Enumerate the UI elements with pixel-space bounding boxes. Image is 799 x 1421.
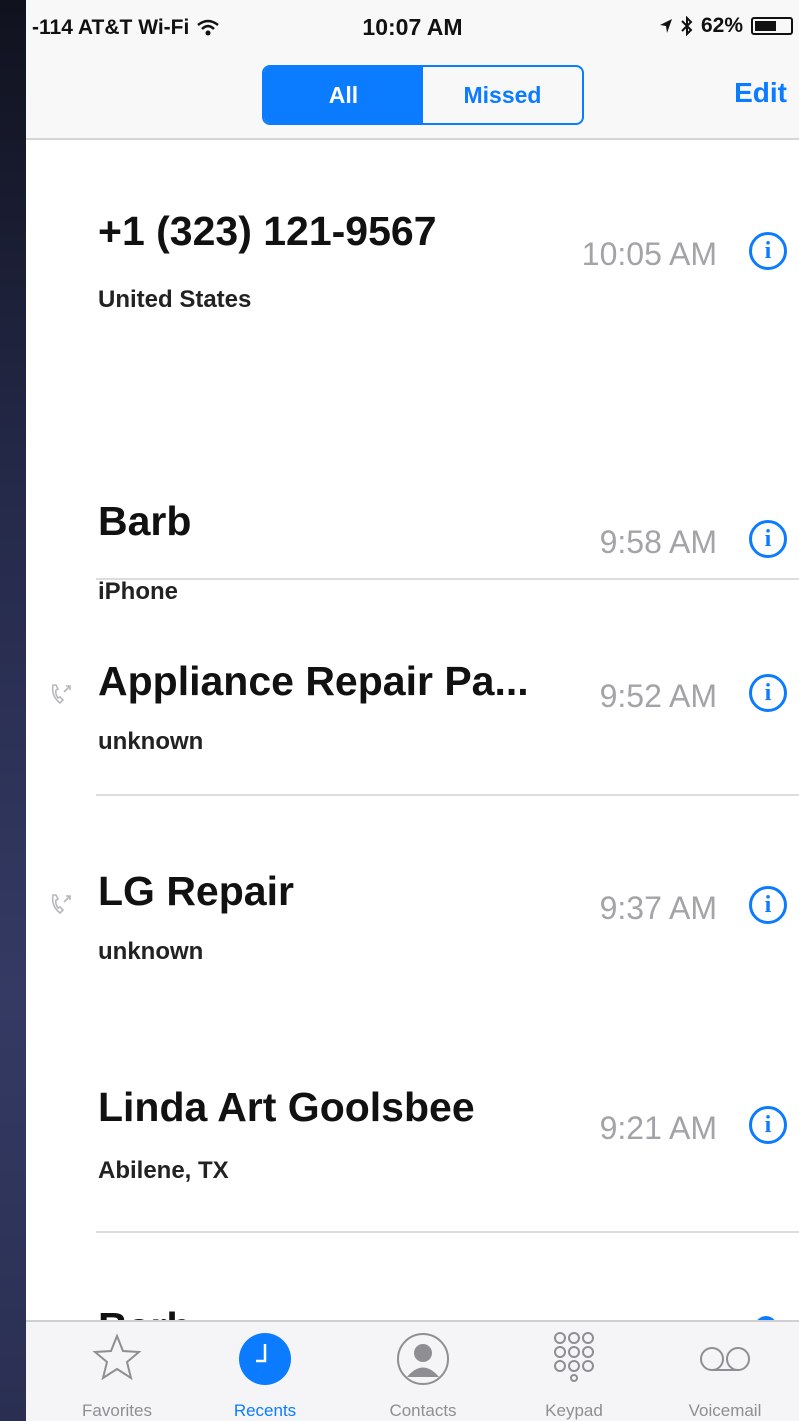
info-icon[interactable]: i — [749, 674, 787, 712]
segment-all[interactable]: All — [264, 67, 423, 123]
tab-favorites[interactable]: Favorites — [40, 1322, 194, 1421]
navigation-bar: All Missed Edit — [26, 52, 799, 140]
call-row-partial[interactable]: Barb — [26, 1230, 799, 1320]
voicemail-icon — [700, 1347, 750, 1371]
call-time: 9:21 AM — [599, 1110, 717, 1146]
battery-icon — [751, 17, 793, 35]
caller-name: Barb — [98, 1304, 191, 1320]
call-time: 9:52 AM — [599, 678, 717, 714]
battery-percent: 62% — [700, 14, 743, 37]
caller-name: +1 (323) 121-9567 — [98, 208, 437, 254]
call-time: 9:37 AM — [599, 890, 717, 926]
recents-list: +1 (323) 121-9567 United States 10:05 AM… — [26, 140, 799, 605]
segment-missed[interactable]: Missed — [423, 67, 582, 123]
caller-name: Linda Art Goolsbee — [98, 1084, 475, 1130]
battery-fill — [755, 21, 776, 31]
tab-voicemail[interactable]: Voicemail — [648, 1322, 799, 1421]
edit-button[interactable]: Edit — [734, 77, 787, 109]
tab-label: Contacts — [389, 1401, 457, 1420]
call-row[interactable]: Linda Art Goolsbee Abilene, TX 9:21 AM i — [26, 1014, 799, 1233]
tab-label: Favorites — [82, 1401, 152, 1420]
call-row[interactable]: Appliance Repair Pa... unknown 9:52 AM i — [26, 578, 799, 796]
location-icon — [659, 19, 672, 33]
recents-list-lower: Appliance Repair Pa... unknown 9:52 AM i… — [26, 578, 799, 1233]
tab-label: Recents — [233, 1401, 297, 1420]
call-row[interactable]: +1 (323) 121-9567 United States 10:05 AM… — [26, 140, 799, 358]
info-icon[interactable]: i — [749, 886, 787, 924]
caller-name: Appliance Repair Pa... — [98, 658, 529, 704]
phone-screen: -114 AT&T Wi-Fi 10:07 AM 62% All Missed — [26, 0, 799, 1421]
caller-detail: unknown — [98, 728, 204, 755]
tab-label: Keypad — [545, 1401, 603, 1420]
outgoing-call-icon — [51, 684, 71, 705]
caller-detail: United States — [98, 286, 252, 313]
call-row[interactable]: LG Repair unknown 9:37 AM i — [26, 796, 799, 1014]
tab-label: Voicemail — [688, 1401, 762, 1420]
outgoing-call-icon — [51, 894, 71, 915]
status-right: 62% — [659, 14, 793, 38]
clock-icon — [239, 1333, 291, 1385]
caller-detail: unknown — [98, 938, 204, 965]
caller-name: Barb — [98, 498, 192, 544]
person-icon — [397, 1333, 449, 1385]
caller-name: LG Repair — [98, 868, 294, 914]
info-icon[interactable]: i — [749, 520, 787, 558]
call-time: 10:05 AM — [581, 236, 717, 272]
bluetooth-icon — [681, 16, 693, 36]
star-icon — [92, 1333, 142, 1381]
call-row[interactable]: Barb iPhone 9:58 AM i — [26, 358, 799, 605]
tab-keypad[interactable]: Keypad — [497, 1322, 651, 1421]
tab-recents[interactable]: Recents — [188, 1322, 342, 1421]
background-edge — [0, 0, 26, 1421]
call-time: 9:58 AM — [599, 524, 717, 560]
recents-filter-control: All Missed — [262, 65, 584, 125]
tab-bar: Favorites Recents Contacts Keypad Voicem… — [26, 1320, 799, 1421]
tab-contacts[interactable]: Contacts — [346, 1322, 500, 1421]
status-bar: -114 AT&T Wi-Fi 10:07 AM 62% — [26, 0, 799, 52]
info-icon[interactable]: i — [749, 1106, 787, 1144]
info-icon[interactable]: i — [749, 232, 787, 270]
caller-detail: Abilene, TX — [98, 1157, 229, 1184]
keypad-icon — [554, 1332, 594, 1382]
